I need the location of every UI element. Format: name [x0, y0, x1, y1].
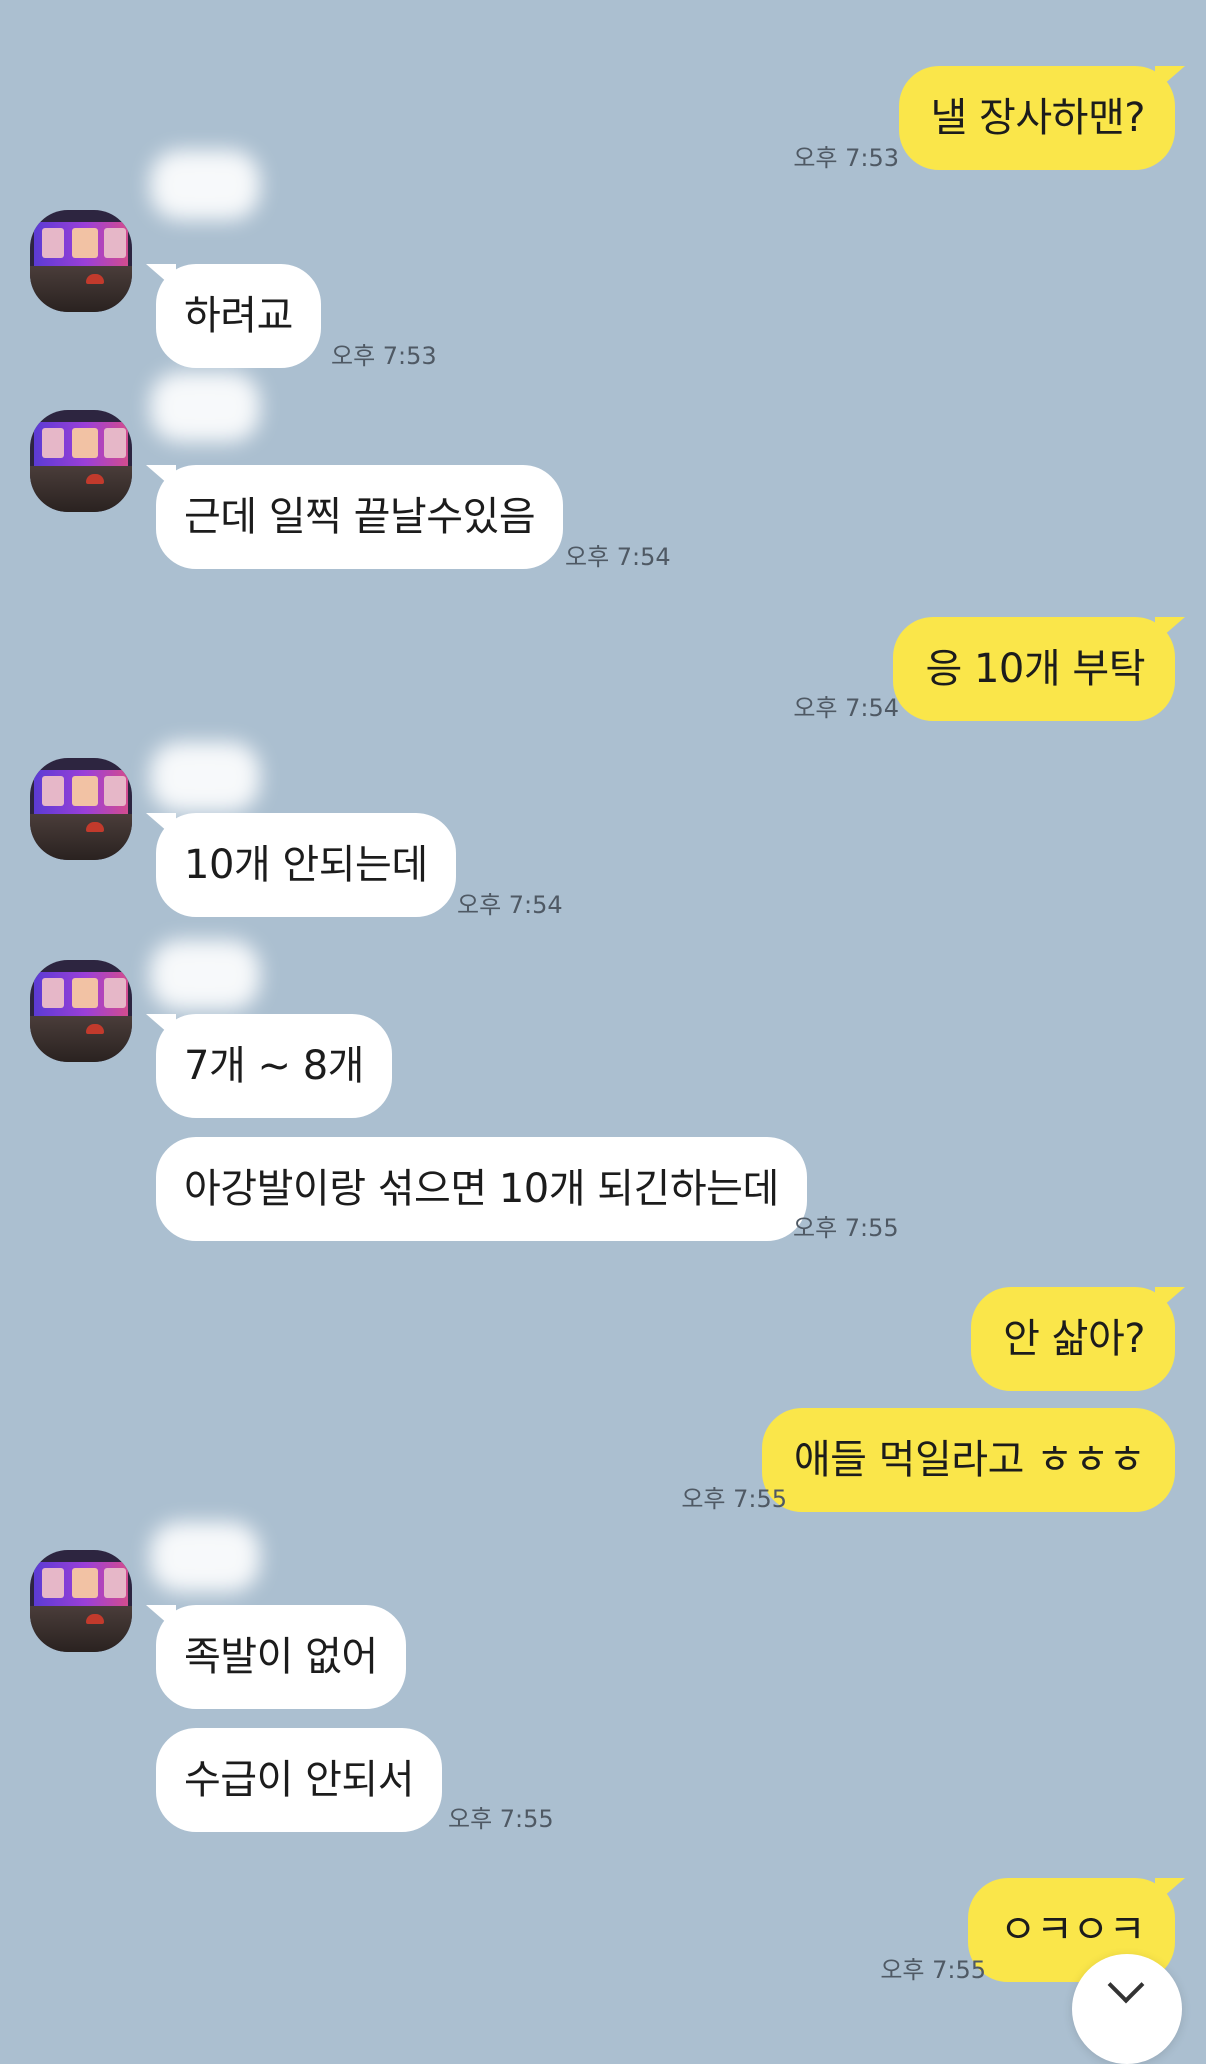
scroll-to-bottom-button[interactable] [1072, 1954, 1182, 2064]
avatar[interactable] [30, 410, 132, 512]
message-time: 오후 7:55 [793, 1214, 899, 1242]
message-bubble-outgoing[interactable]: 애들 먹일라고 ㅎㅎㅎ [761, 1408, 1175, 1512]
message-bubble-outgoing[interactable]: 안 삶아? [971, 1287, 1185, 1391]
message-time: 오후 7:54 [793, 694, 899, 722]
message-bubble-incoming[interactable]: 아강발이랑 섞으면 10개 되긴하는데 [156, 1137, 807, 1241]
sender-name-redacted [150, 372, 260, 442]
avatar[interactable] [30, 210, 132, 312]
sender-name-redacted [150, 150, 260, 220]
avatar[interactable] [30, 960, 132, 1062]
message-bubble-incoming[interactable]: 10개 안되는데 [146, 813, 456, 917]
message-text: 7개 ~ 8개 [184, 1043, 364, 1089]
message-text: 안 삶아? [1003, 1316, 1145, 1362]
sender-name-redacted [150, 1522, 260, 1592]
message-text: 응 10개 부탁 [925, 646, 1145, 692]
chevron-down-icon [1107, 1966, 1145, 2004]
sender-name-redacted [150, 940, 260, 1010]
message-text: 10개 안되는데 [184, 842, 428, 888]
message-text: 족발이 없어 [184, 1634, 378, 1680]
message-bubble-incoming[interactable]: 하려교 [146, 264, 321, 368]
message-time: 오후 7:53 [793, 144, 899, 172]
message-text: 낼 장사하맨? [930, 95, 1146, 141]
message-text: 아강발이랑 섞으면 10개 되긴하는데 [184, 1166, 779, 1212]
message-bubble-incoming[interactable]: 7개 ~ 8개 [146, 1014, 392, 1118]
message-bubble-outgoing[interactable]: 응 10개 부탁 [893, 617, 1185, 721]
message-time: 오후 7:55 [880, 1956, 986, 1984]
message-time: 오후 7:55 [681, 1485, 787, 1513]
message-bubble-incoming[interactable]: 족발이 없어 [146, 1605, 406, 1709]
message-bubble-outgoing[interactable]: 낼 장사하맨? [898, 66, 1185, 170]
sender-name-redacted [150, 742, 260, 812]
message-text: ㅇㅋㅇㅋ [999, 1907, 1146, 1953]
message-text: 수급이 안되서 [184, 1757, 415, 1803]
message-time: 오후 7:54 [457, 891, 563, 919]
message-time: 오후 7:54 [565, 543, 671, 571]
avatar[interactable] [30, 1550, 132, 1652]
message-text: 애들 먹일라고 ㅎㅎㅎ [793, 1437, 1146, 1483]
message-bubble-incoming[interactable]: 근데 일찍 끝날수있음 [146, 465, 564, 569]
avatar[interactable] [30, 758, 132, 860]
message-text: 근데 일찍 끝날수있음 [184, 494, 536, 540]
message-time: 오후 7:53 [331, 342, 437, 370]
message-time: 오후 7:55 [448, 1805, 554, 1833]
message-text: 하려교 [184, 293, 293, 339]
message-bubble-incoming[interactable]: 수급이 안되서 [156, 1728, 443, 1832]
